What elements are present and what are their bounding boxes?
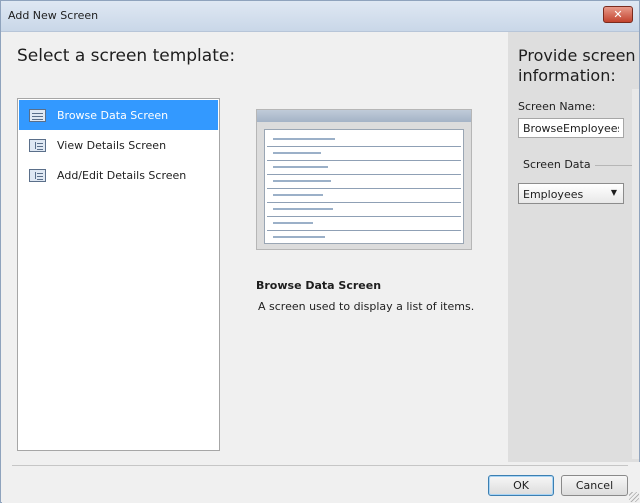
grid-icon <box>29 109 46 122</box>
screen-info-heading: Provide screen information: <box>518 46 636 85</box>
details-icon <box>29 139 46 152</box>
template-item-label: Add/Edit Details Screen <box>57 169 187 182</box>
close-button[interactable]: ✕ <box>603 6 633 23</box>
window-title: Add New Screen <box>8 9 99 22</box>
template-heading: Select a screen template: <box>17 46 236 66</box>
chevron-down-icon: ▼ <box>610 188 617 197</box>
screen-name-input[interactable] <box>518 118 624 138</box>
template-list[interactable]: Browse Data Screen View Details Screen A… <box>17 98 220 451</box>
details-icon <box>29 169 46 182</box>
cancel-button[interactable]: Cancel <box>561 475 628 496</box>
title-bar[interactable]: Add New Screen ✕ <box>1 1 639 32</box>
template-selection-pane: Select a screen template: Browse Data Sc… <box>2 32 508 462</box>
template-preview-image <box>256 109 472 250</box>
template-item-add-edit-details[interactable]: Add/Edit Details Screen <box>19 160 218 190</box>
template-item-view-details[interactable]: View Details Screen <box>19 130 218 160</box>
screen-data-label: Screen Data <box>523 158 595 171</box>
resize-grip-icon[interactable] <box>629 492 639 502</box>
selected-template-title: Browse Data Screen <box>256 279 382 292</box>
template-item-browse-data[interactable]: Browse Data Screen <box>19 100 218 130</box>
dialog-footer: OK Cancel <box>2 462 640 503</box>
footer-divider <box>12 465 628 466</box>
ok-button[interactable]: OK <box>488 475 554 496</box>
template-item-label: Browse Data Screen <box>57 109 169 122</box>
screen-data-dropdown[interactable]: Employees ▼ <box>518 183 624 204</box>
template-item-label: View Details Screen <box>57 139 167 152</box>
scrollbar-track[interactable] <box>632 89 639 459</box>
screen-information-pane: Provide screen information: Screen Name:… <box>508 32 639 462</box>
add-new-screen-dialog: Add New Screen ✕ Select a screen templat… <box>0 0 640 503</box>
selected-template-description: A screen used to display a list of items… <box>258 300 475 313</box>
screen-data-value: Employees <box>523 188 584 201</box>
screen-name-label: Screen Name: <box>518 100 596 113</box>
